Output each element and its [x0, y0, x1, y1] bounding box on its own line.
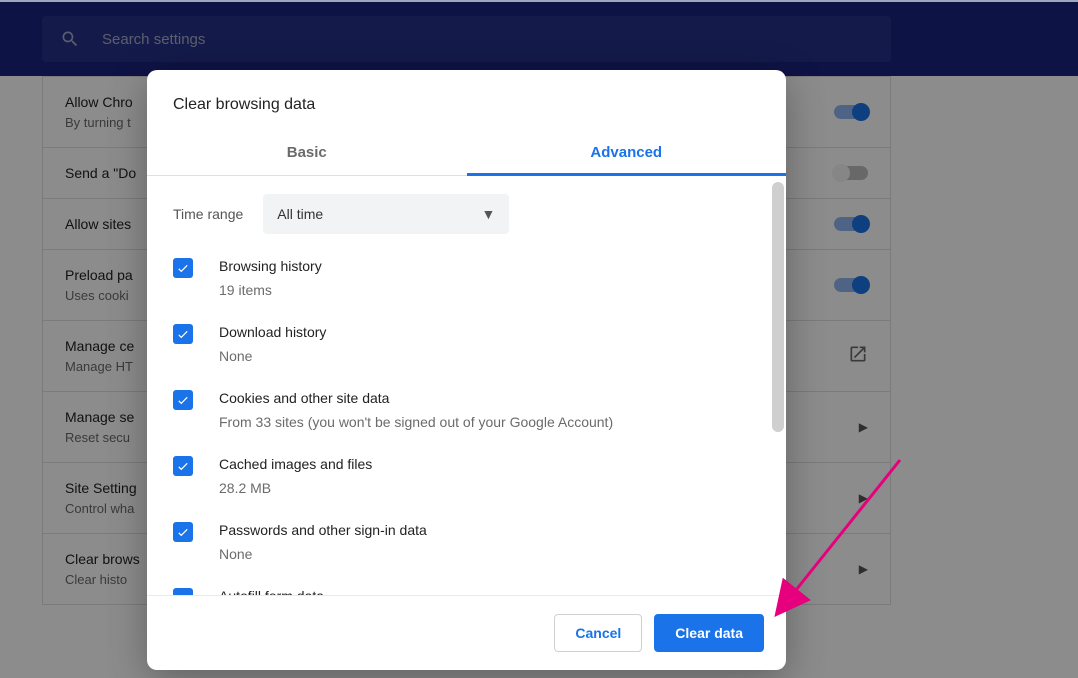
- clear-data-item-title: Browsing history: [219, 256, 322, 276]
- time-range-select[interactable]: All time ▼: [263, 194, 509, 234]
- checkbox[interactable]: [173, 390, 193, 410]
- time-range-value: All time: [277, 206, 323, 222]
- checkbox[interactable]: [173, 456, 193, 476]
- time-range-row: Time range All time ▼: [173, 194, 760, 234]
- clear-data-item-title: Passwords and other sign-in data: [219, 520, 427, 540]
- scrollbar[interactable]: [772, 182, 784, 432]
- checkbox[interactable]: [173, 588, 193, 595]
- checkbox[interactable]: [173, 258, 193, 278]
- clear-data-item-title: Cached images and files: [219, 454, 372, 474]
- chevron-down-icon: ▼: [481, 206, 495, 222]
- clear-data-item-title: Download history: [219, 322, 326, 342]
- clear-data-item-subtitle: 28.2 MB: [219, 478, 372, 498]
- clear-data-item-title: Cookies and other site data: [219, 388, 613, 408]
- clear-data-button[interactable]: Clear data: [654, 614, 764, 652]
- dialog-tabs: Basic Advanced: [147, 132, 786, 176]
- clear-data-item: Browsing history 19 items: [173, 256, 760, 300]
- clear-data-item-subtitle: None: [219, 346, 326, 366]
- clear-data-item-title: Autofill form data: [219, 586, 324, 595]
- clear-data-item-subtitle: From 33 sites (you won't be signed out o…: [219, 412, 613, 432]
- time-range-label: Time range: [173, 206, 243, 222]
- tab-basic[interactable]: Basic: [147, 132, 467, 175]
- clear-data-item-subtitle: None: [219, 544, 427, 564]
- page-top-edge: [0, 0, 1078, 2]
- clear-data-item: Passwords and other sign-in data None: [173, 520, 760, 564]
- cancel-button[interactable]: Cancel: [554, 614, 642, 652]
- dialog-button-bar: Cancel Clear data: [147, 595, 786, 670]
- dialog-title: Clear browsing data: [147, 70, 786, 132]
- clear-data-item: Autofill form data: [173, 586, 760, 595]
- dialog-scroll-area: Time range All time ▼ Browsing history 19…: [147, 176, 786, 595]
- clear-browsing-data-dialog: Clear browsing data Basic Advanced Time …: [147, 70, 786, 670]
- clear-data-item-subtitle: 19 items: [219, 280, 322, 300]
- checkbox[interactable]: [173, 324, 193, 344]
- clear-data-item: Cached images and files 28.2 MB: [173, 454, 760, 498]
- checkbox[interactable]: [173, 522, 193, 542]
- tab-advanced[interactable]: Advanced: [467, 132, 787, 175]
- clear-data-item: Cookies and other site data From 33 sites…: [173, 388, 760, 432]
- clear-data-item: Download history None: [173, 322, 760, 366]
